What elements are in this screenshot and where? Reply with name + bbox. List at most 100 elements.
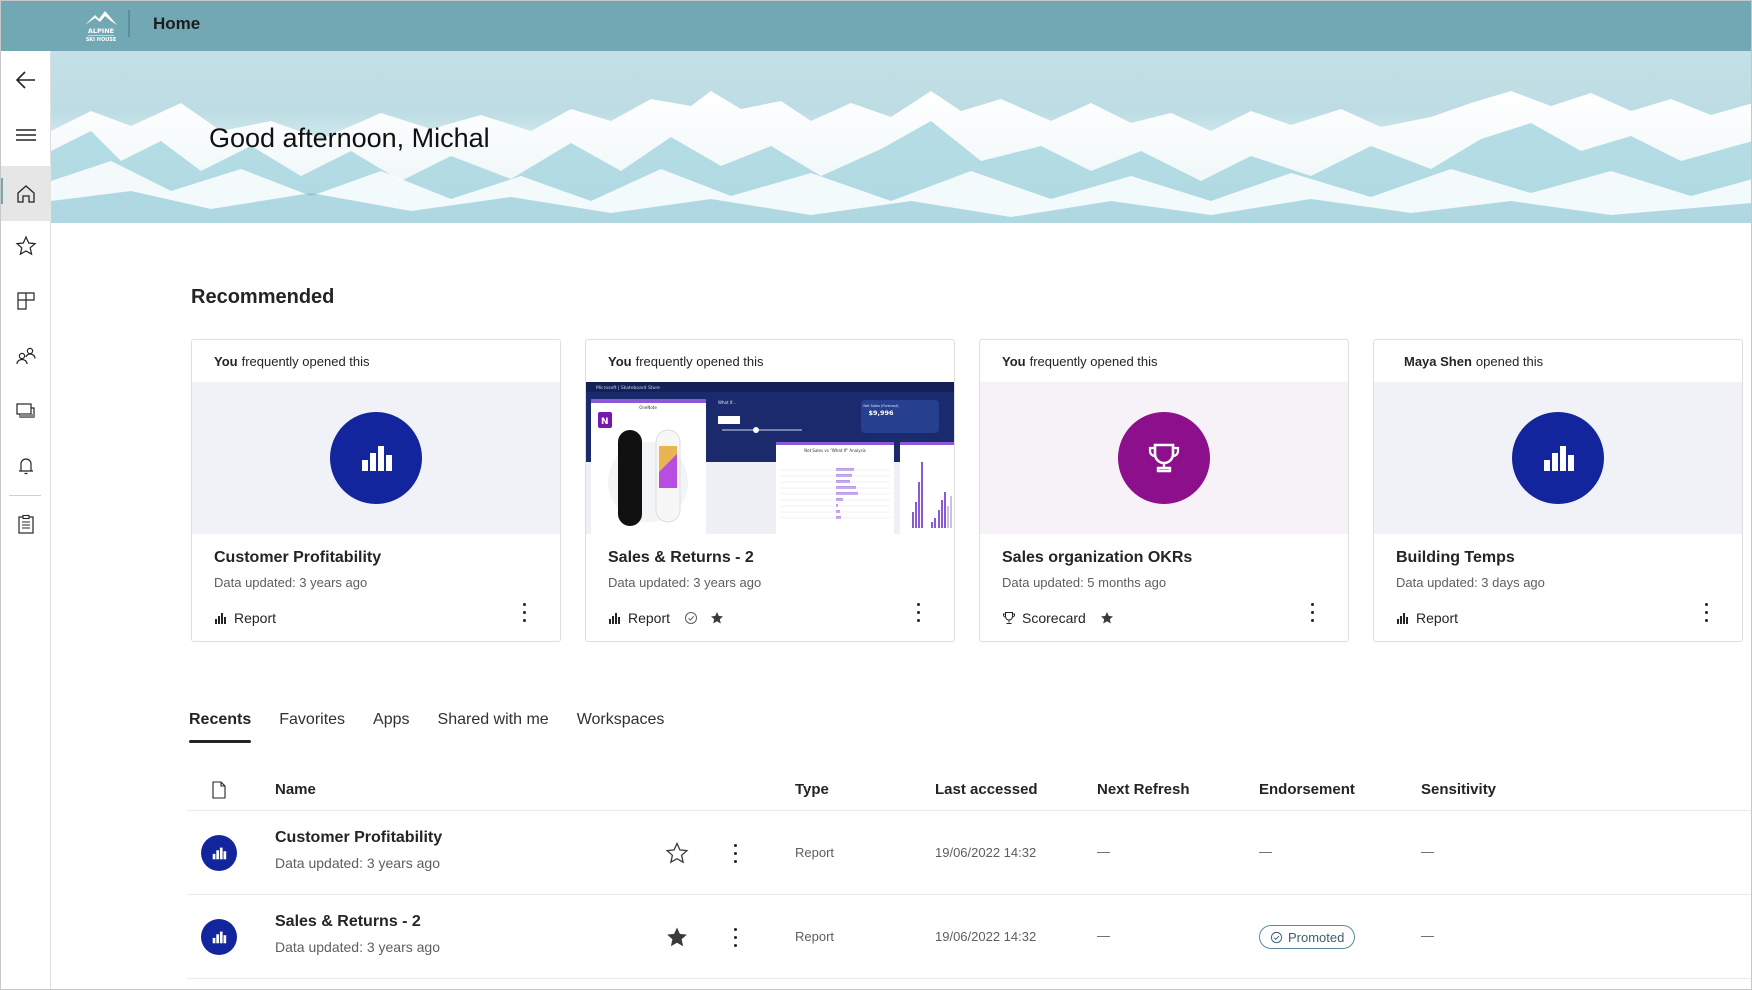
nav-favorites[interactable] bbox=[1, 221, 51, 271]
svg-text:ALPINE: ALPINE bbox=[88, 27, 114, 35]
more-options-button[interactable] bbox=[1696, 598, 1716, 626]
trophy-icon bbox=[1003, 612, 1015, 624]
row-next-refresh: — bbox=[1097, 844, 1110, 859]
card-thumbnail[interactable] bbox=[1374, 382, 1742, 534]
recents-table: Name Type Last accessed Next Refresh End… bbox=[187, 771, 1751, 979]
nav-home[interactable] bbox=[1, 166, 51, 221]
row-type: Report bbox=[795, 845, 835, 860]
card-subtitle: Data updated: 3 days ago bbox=[1396, 575, 1545, 590]
report-icon bbox=[215, 613, 226, 624]
row-endorsement: — bbox=[1259, 844, 1272, 859]
card-type-label: Report bbox=[1416, 610, 1459, 626]
column-header-type[interactable]: Type bbox=[795, 781, 829, 798]
more-options-button[interactable] bbox=[1302, 598, 1322, 626]
content-tabs: Recents Favorites Apps Shared with me Wo… bbox=[189, 711, 692, 743]
card-thumbnail-dashboard-preview[interactable]: Microsoft | Skateboard Store OneNote N W… bbox=[586, 382, 954, 534]
arrow-left-icon bbox=[15, 71, 35, 89]
svg-text:SKI HOUSE: SKI HOUSE bbox=[86, 37, 117, 43]
table-row[interactable]: Customer Profitability Data updated: 3 y… bbox=[187, 811, 1751, 895]
svg-text:$9,996: $9,996 bbox=[868, 409, 894, 417]
back-button[interactable] bbox=[1, 55, 51, 105]
card-thumbnail[interactable] bbox=[980, 382, 1348, 534]
report-badge bbox=[1512, 412, 1604, 504]
more-options-button[interactable] bbox=[908, 598, 928, 626]
card-type: Scorecard bbox=[1002, 610, 1114, 626]
row-name[interactable]: Customer Profitability bbox=[275, 829, 442, 847]
recommended-card[interactable]: You frequently opened this Customer Profi… bbox=[191, 339, 561, 642]
home-icon bbox=[17, 184, 35, 203]
mountain-logo-icon: ALPINE SKI HOUSE bbox=[85, 11, 117, 43]
menu-button[interactable] bbox=[1, 110, 51, 160]
greeting-heading: Good afternoon, Michal bbox=[209, 123, 490, 153]
report-icon bbox=[212, 931, 227, 944]
table-row[interactable]: Sales & Returns - 2 Data updated: 3 year… bbox=[187, 895, 1751, 979]
nav-notifications[interactable] bbox=[1, 441, 51, 491]
workspaces-icon bbox=[16, 403, 35, 418]
report-badge bbox=[330, 412, 422, 504]
card-reason: You frequently opened this bbox=[608, 354, 764, 369]
row-type: Report bbox=[795, 929, 835, 944]
card-title[interactable]: Customer Profitability bbox=[214, 549, 381, 567]
svg-text:What If...: What If... bbox=[718, 400, 736, 405]
row-name[interactable]: Sales & Returns - 2 bbox=[275, 913, 421, 931]
card-thumbnail[interactable] bbox=[192, 382, 560, 534]
people-icon bbox=[16, 347, 36, 365]
nav-shared-with-me[interactable] bbox=[1, 331, 51, 381]
column-header-last-accessed[interactable]: Last accessed bbox=[935, 781, 1038, 798]
table-header: Name Type Last accessed Next Refresh End… bbox=[187, 771, 1751, 811]
favorite-star-outline-icon[interactable] bbox=[665, 841, 689, 865]
tab-apps[interactable]: Apps bbox=[373, 711, 409, 739]
row-sensitivity: — bbox=[1421, 928, 1434, 943]
nav-workspaces[interactable] bbox=[1, 386, 51, 436]
row-subtitle: Data updated: 3 years ago bbox=[275, 939, 441, 955]
report-icon bbox=[609, 613, 620, 624]
tab-recents[interactable]: Recents bbox=[189, 711, 252, 743]
tab-workspaces[interactable]: Workspaces bbox=[577, 711, 665, 739]
report-avatar bbox=[201, 835, 237, 871]
card-type: Report bbox=[1396, 610, 1458, 626]
favorite-star-filled-icon bbox=[1100, 612, 1113, 624]
recommended-card[interactable]: You frequently opened this Sales organiza… bbox=[979, 339, 1349, 642]
column-header-endorsement[interactable]: Endorsement bbox=[1259, 781, 1355, 798]
row-more-options-button[interactable] bbox=[727, 923, 743, 951]
file-icon bbox=[212, 781, 226, 799]
column-header-name[interactable]: Name bbox=[275, 781, 316, 798]
card-subtitle: Data updated: 3 years ago bbox=[214, 575, 368, 590]
hero-banner: Good afternoon, Michal bbox=[51, 51, 1751, 223]
clipboard-icon bbox=[18, 514, 34, 534]
recommended-heading: Recommended bbox=[191, 286, 335, 308]
report-icon bbox=[362, 446, 392, 471]
rail-divider bbox=[9, 495, 41, 496]
card-type: Report bbox=[214, 610, 276, 626]
column-header-next-refresh[interactable]: Next Refresh bbox=[1097, 781, 1190, 798]
tab-favorites[interactable]: Favorites bbox=[279, 711, 345, 739]
svg-text:Microsoft | Skateboard Store: Microsoft | Skateboard Store bbox=[596, 385, 660, 391]
card-title[interactable]: Sales & Returns - 2 bbox=[608, 549, 754, 567]
row-more-options-button[interactable] bbox=[727, 839, 743, 867]
alpine-ski-house-logo[interactable]: ALPINE SKI HOUSE bbox=[81, 7, 121, 45]
promoted-badge: Promoted bbox=[1259, 925, 1356, 949]
tab-shared-with-me[interactable]: Shared with me bbox=[438, 711, 549, 739]
report-icon bbox=[1397, 613, 1408, 624]
card-type-label: Scorecard bbox=[1022, 610, 1086, 626]
favorite-star-filled-icon[interactable] bbox=[665, 925, 689, 949]
nav-activity[interactable] bbox=[1, 499, 51, 549]
nav-apps[interactable] bbox=[1, 276, 51, 326]
report-icon bbox=[1544, 446, 1574, 471]
recommended-card[interactable]: You frequently opened this Microsoft | Sk… bbox=[585, 339, 955, 642]
apps-icon bbox=[17, 292, 35, 310]
left-nav-rail bbox=[1, 51, 51, 989]
card-title[interactable]: Building Temps bbox=[1396, 549, 1515, 567]
scorecard-badge bbox=[1118, 412, 1210, 504]
card-title[interactable]: Sales organization OKRs bbox=[1002, 549, 1192, 567]
svg-text:OneNote: OneNote bbox=[639, 405, 657, 410]
card-reason: You frequently opened this bbox=[214, 354, 370, 369]
column-header-sensitivity[interactable]: Sensitivity bbox=[1421, 781, 1496, 798]
page-title: Home bbox=[153, 14, 201, 33]
card-reason: You frequently opened this bbox=[1002, 354, 1158, 369]
recommended-card[interactable]: Maya Shen opened this Building Temps Data… bbox=[1373, 339, 1743, 642]
card-type: Report bbox=[608, 610, 724, 626]
more-options-button[interactable] bbox=[514, 598, 534, 626]
row-last-accessed: 19/06/2022 14:32 bbox=[935, 845, 1037, 860]
card-reason: Maya Shen opened this bbox=[1404, 354, 1544, 369]
